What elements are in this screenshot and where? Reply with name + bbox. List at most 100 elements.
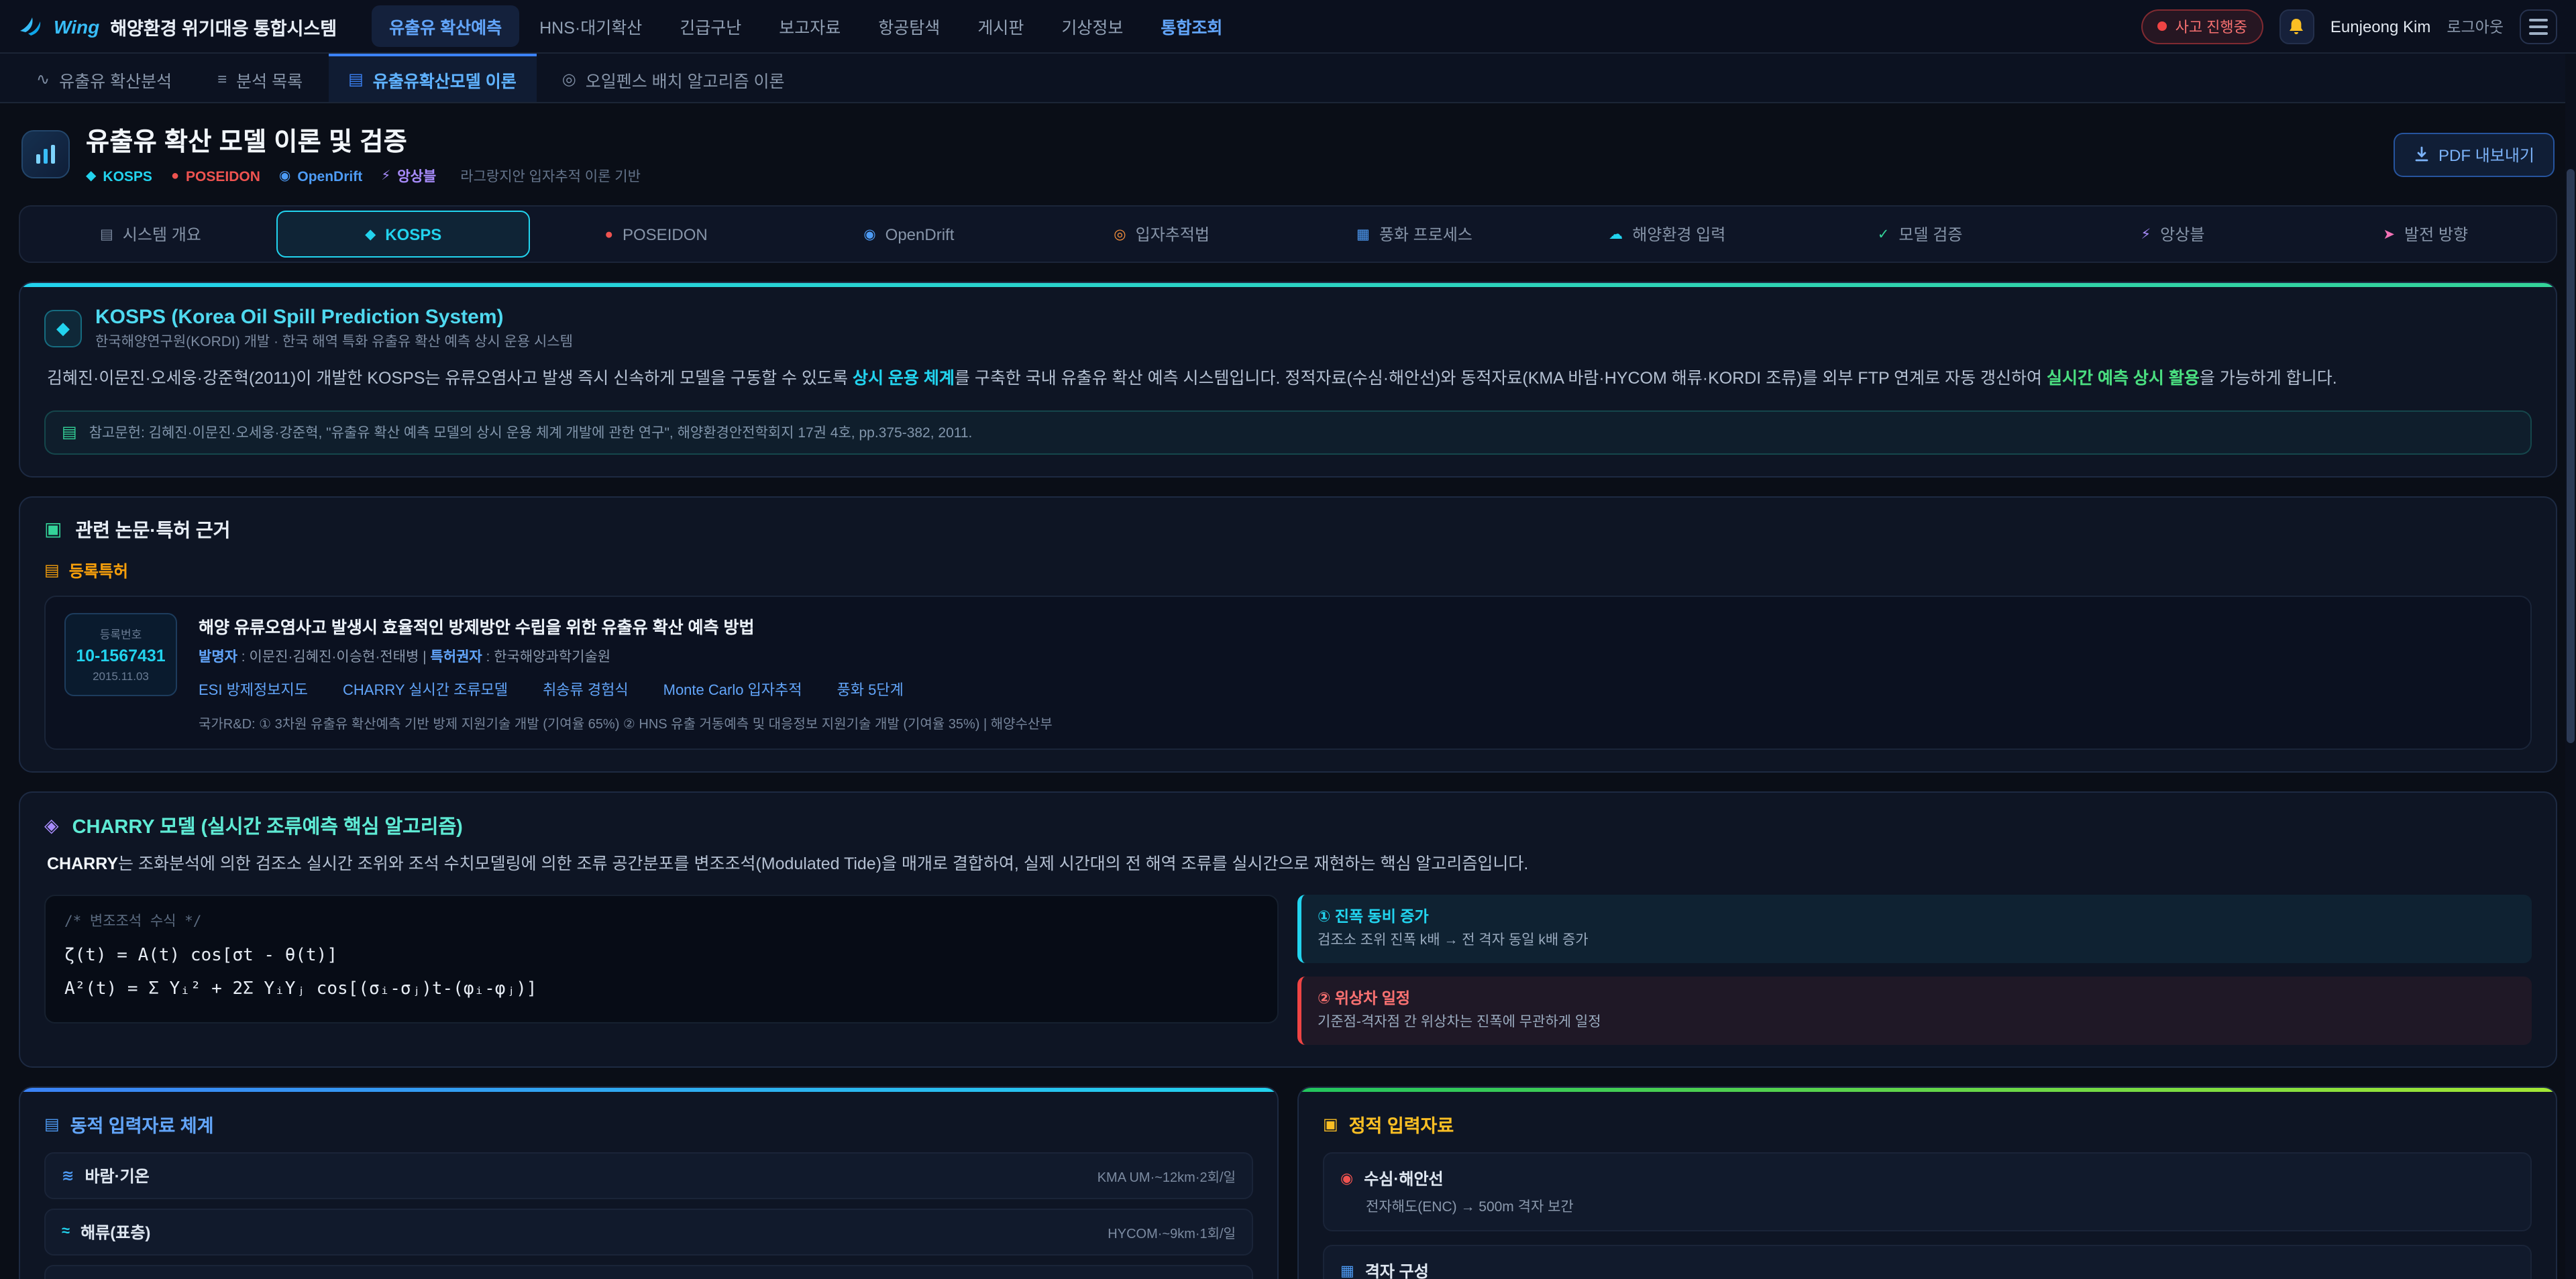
subtab-analysis-list[interactable]: ≡ 분석 목록	[197, 54, 323, 102]
reg-number-label: 등록번호	[74, 626, 168, 643]
grid-icon: ▦	[1340, 1262, 1354, 1279]
subtab-spill-analysis[interactable]: ∿ 유출유 확산분석	[16, 54, 192, 102]
brand-logo-text: Wing	[54, 15, 99, 37]
badge-label: 앙상블	[397, 166, 436, 186]
hamburger-menu-button[interactable]	[2520, 9, 2557, 44]
badge-opendrift: ◉ OpenDrift	[279, 168, 362, 184]
tag-esi-map[interactable]: ESI 방제정보지도	[199, 679, 308, 700]
grid-icon: ▦	[1356, 226, 1370, 242]
page-title-block: 유출유 확산 모델 이론 및 검증 ◆ KOSPS ● POSEIDON ◉ O…	[86, 122, 641, 186]
charry-section: ◈ CHARRY 모델 (실시간 조류예측 핵심 알고리즘) CHARRY는 조…	[19, 791, 2557, 1068]
tab-opendrift[interactable]: ◉OpenDrift	[782, 211, 1035, 258]
kosps-diamond-icon: ◆	[44, 310, 82, 347]
page-content: 유출유 확산 모델 이론 및 검증 ◆ KOSPS ● POSEIDON ◉ O…	[0, 103, 2576, 1279]
nav-item-integrated-search[interactable]: 통합조회	[1143, 5, 1240, 47]
dynamic-row-surface-current[interactable]: ≈해류(표층) HYCOM·~9km·1회/일	[44, 1208, 1253, 1255]
brand[interactable]: Wing 해양환경 위기대응 통합시스템	[19, 13, 337, 40]
page-title: 유출유 확산 모델 이론 및 검증	[86, 122, 641, 158]
kosps-title: KOSPS (Korea Oil Spill Prediction System…	[95, 306, 573, 329]
registered-patent-label: ▤ 등록특허	[44, 559, 2532, 582]
nav-item-reports[interactable]: 보고자료	[761, 5, 858, 47]
lightning-icon: ⚡	[2141, 226, 2151, 242]
nav-item-oil-spill-prediction[interactable]: 유출유 확산예측	[372, 5, 519, 47]
badge-label: POSEIDON	[186, 168, 260, 184]
page-subtitle-note: 라그랑지안 입자추적 이론 기반	[460, 166, 641, 186]
page-header: 유출유 확산 모델 이론 및 검증 ◆ KOSPS ● POSEIDON ◉ O…	[21, 122, 2555, 186]
sub-navbar: ∿ 유출유 확산분석 ≡ 분석 목록 ▤ 유출유확산모델 이론 ◎ 오일펜스 배…	[0, 54, 2576, 103]
code-comment: /* 변조조석 수식 */	[64, 911, 1258, 931]
target-icon: ◎	[1114, 226, 1126, 242]
static-item-bathymetry[interactable]: ◉수심·해안선 전자해도(ENC) → 500m 격자 보간	[1323, 1152, 2532, 1231]
reg-date: 2015.11.03	[74, 669, 168, 683]
tab-particle-tracking[interactable]: ◎입자추적법	[1035, 211, 1288, 258]
pin-icon: ◉	[1340, 1169, 1353, 1186]
subtab-oil-fence-theory[interactable]: ◎ 오일펜스 배치 알고리즘 이론	[542, 54, 805, 102]
check-icon: ✓	[1878, 226, 1890, 242]
badge-kosps: ◆ KOSPS	[86, 168, 152, 184]
tag-monte-carlo[interactable]: Monte Carlo 입자추적	[663, 679, 802, 700]
tag-wdc-formula[interactable]: 취송류 경험식	[543, 679, 629, 700]
tag-charry-model[interactable]: CHARRY 실시간 조류모델	[343, 679, 508, 700]
dynamic-row-wind-temp[interactable]: ≋바람·기온 KMA UM·~12km·2회/일	[44, 1152, 1253, 1199]
book-icon: ▤	[348, 70, 364, 89]
input-data-columns: ▤ 동적 입력자료 체계 ≋바람·기온 KMA UM·~12km·2회/일 ≈해…	[19, 1086, 2557, 1279]
wing-logo-icon	[19, 15, 43, 37]
tab-weathering-process[interactable]: ▦풍화 프로세스	[1288, 211, 1541, 258]
tab-poseidon[interactable]: ●POSEIDON	[530, 211, 783, 258]
patent-card[interactable]: 등록번호 10-1567431 2015.11.03 해양 유류오염사고 발생시…	[44, 596, 2532, 750]
dynamic-row-tidal-current[interactable]: ◉조류 KORDI 조화분석·500m	[44, 1264, 1253, 1279]
static-item-grid[interactable]: ▦격자 구성 좌표변환 → 영역추출 → 격자보간 표준화	[1323, 1244, 2532, 1279]
incident-status-badge[interactable]: 사고 진행중	[2142, 9, 2263, 44]
highlight-operation-system: 상시 운용 체계	[853, 369, 955, 388]
patent-tags: ESI 방제정보지도 CHARRY 실시간 조류모델 취송류 경험식 Monte…	[199, 679, 2512, 700]
chart-icon: ▤	[44, 1114, 60, 1133]
notification-bell-button[interactable]	[2279, 9, 2314, 44]
user-name[interactable]: Eunjeong Kim	[2330, 17, 2430, 36]
clipboard-icon: ▤	[44, 561, 60, 580]
charry-formula-code: /* 변조조석 수식 */ ζ(t) = A(t) cos[σt - θ(t)]…	[44, 895, 1279, 1023]
dot-icon: ●	[604, 226, 613, 242]
wave-icon: ≈	[62, 1223, 70, 1239]
nav-item-emergency-rescue[interactable]: 긴급구난	[662, 5, 759, 47]
tab-ensemble[interactable]: ⚡앙상블	[2047, 211, 2300, 258]
badge-label: KOSPS	[103, 168, 152, 184]
app-root: Wing 해양환경 위기대응 통합시스템 유출유 확산예측 HNS·대기확산 긴…	[0, 0, 2576, 1279]
tag-weathering-stages[interactable]: 풍화 5단계	[837, 679, 904, 700]
nav-item-board[interactable]: 게시판	[960, 5, 1041, 47]
incident-label: 사고 진행중	[2176, 15, 2247, 37]
page-scrollbar[interactable]	[2565, 54, 2576, 1279]
patent-info: 해양 유류오염사고 발생시 효율적인 방제방안 수립을 위한 유출유 확산 예측…	[199, 613, 2512, 732]
top-navbar: Wing 해양환경 위기대응 통합시스템 유출유 확산예측 HNS·대기확산 긴…	[0, 0, 2576, 54]
subtab-label: 유출유 확산분석	[59, 66, 172, 92]
dynamic-input-section: ▤ 동적 입력자료 체계 ≋바람·기온 KMA UM·~12km·2회/일 ≈해…	[19, 1086, 1279, 1279]
topnav-right: 사고 진행중 Eunjeong Kim 로그아웃	[2142, 9, 2557, 44]
incident-dot-icon	[2158, 21, 2167, 31]
tab-marine-env-input[interactable]: ☁해양환경 입력	[1541, 211, 1794, 258]
dot-icon: ●	[171, 169, 179, 184]
nav-item-weather-info[interactable]: 기상정보	[1044, 5, 1140, 47]
section-tabbar: ▤시스템 개요 ◆KOSPS ●POSEIDON ◉OpenDrift ◎입자추…	[19, 205, 2557, 263]
lightning-icon: ⚡	[381, 169, 390, 184]
pdf-export-button[interactable]: PDF 내보내기	[2393, 132, 2555, 176]
charry-title: CHARRY 모델 (실시간 조류예측 핵심 알고리즘)	[72, 812, 463, 840]
patent-meta: 발명자 : 이문진·김혜진·이승현·전태병 | 특허권자 : 한국해양과학기술원	[199, 647, 2512, 667]
wind-icon: ≋	[62, 1166, 74, 1184]
subtab-diffusion-model-theory[interactable]: ▤ 유출유확산모델 이론	[328, 54, 537, 102]
nav-item-aerial-search[interactable]: 항공탐색	[861, 5, 957, 47]
folder-icon: ▣	[1323, 1114, 1338, 1133]
charry-description: CHARRY는 조화분석에 의한 검조소 실시간 조위와 조석 수치모델링에 의…	[47, 850, 2529, 879]
static-input-section: ▣ 정적 입력자료 ◉수심·해안선 전자해도(ENC) → 500m 격자 보간…	[1297, 1086, 2557, 1279]
list-icon: ≡	[217, 70, 227, 89]
subtab-label: 유출유확산모델 이론	[373, 66, 517, 92]
tab-future-direction[interactable]: ➤발전 방향	[2299, 211, 2552, 258]
tab-kosps[interactable]: ◆KOSPS	[277, 211, 530, 258]
note-phase-constant: ② 위상차 일정 기준점-격자점 간 위상차는 진폭에 무관하게 일정	[1297, 977, 2532, 1045]
model-badges: ◆ KOSPS ● POSEIDON ◉ OpenDrift ⚡ 앙상블	[86, 166, 641, 186]
tab-system-overview[interactable]: ▤시스템 개요	[24, 211, 277, 258]
tab-model-validation[interactable]: ✓모델 검증	[1794, 211, 2047, 258]
nav-item-hns-atmospheric[interactable]: HNS·대기확산	[522, 5, 659, 47]
scrollbar-thumb[interactable]	[2567, 169, 2575, 743]
logout-button[interactable]: 로그아웃	[2447, 15, 2504, 37]
badge-poseidon: ● POSEIDON	[171, 168, 260, 184]
pdf-button-label: PDF 내보내기	[2438, 143, 2534, 166]
